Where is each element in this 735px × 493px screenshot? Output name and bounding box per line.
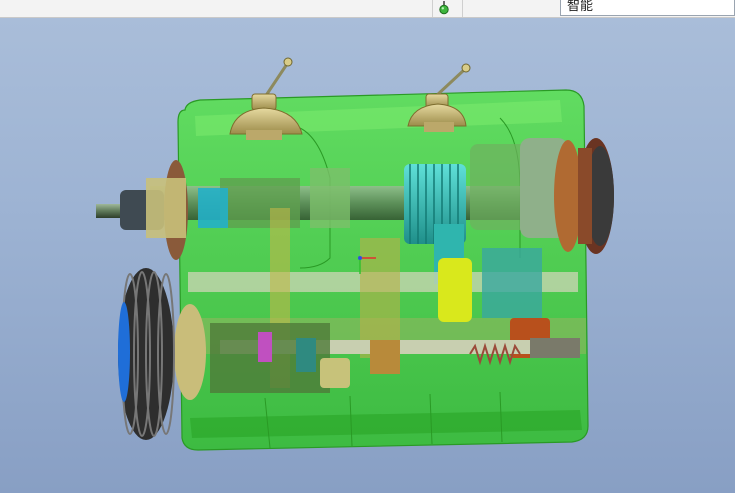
toolbar-separator: [432, 0, 433, 17]
toolbar-separator: [462, 0, 463, 17]
gearbox-model: [96, 57, 614, 451]
right-flange-icon: [554, 138, 614, 254]
3d-model-viewport[interactable]: [0, 18, 735, 493]
green-light-icon[interactable]: [439, 1, 449, 15]
top-toolbar: 智能: [0, 0, 735, 18]
filter-input[interactable]: 智能: [560, 0, 735, 16]
